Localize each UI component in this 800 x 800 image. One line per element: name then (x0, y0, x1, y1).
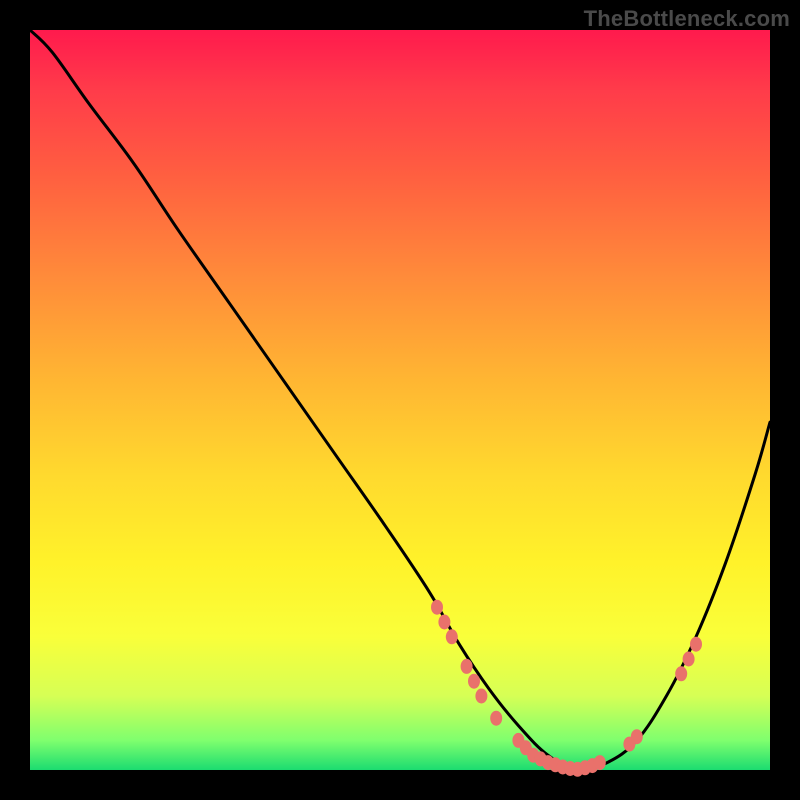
curve-marker (675, 666, 687, 681)
curve-svg (30, 30, 770, 770)
curve-markers (431, 600, 702, 777)
watermark-text: TheBottleneck.com (584, 6, 790, 32)
curve-marker (683, 652, 695, 667)
curve-marker (438, 615, 450, 630)
curve-marker (631, 729, 643, 744)
curve-marker (431, 600, 443, 615)
plot-area (30, 30, 770, 770)
chart-frame: TheBottleneck.com (0, 0, 800, 800)
curve-marker (468, 674, 480, 689)
curve-marker (490, 711, 502, 726)
curve-marker (446, 629, 458, 644)
curve-marker (690, 637, 702, 652)
curve-marker (475, 689, 487, 704)
curve-marker (461, 659, 473, 674)
bottleneck-curve (30, 30, 770, 770)
curve-marker (594, 755, 606, 770)
